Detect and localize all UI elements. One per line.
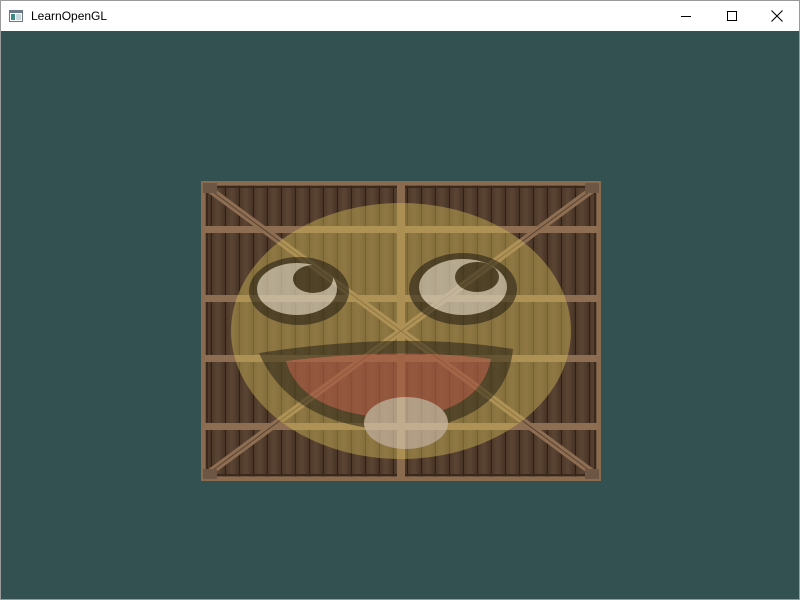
minimize-icon [681,11,691,21]
awesomeface-texture [231,203,571,459]
maximize-icon [727,11,737,21]
opengl-viewport[interactable] [1,31,799,599]
close-icon [771,10,783,22]
render-canvas [1,31,799,599]
minimize-button[interactable] [663,1,709,31]
close-button[interactable] [754,1,800,31]
maximize-button[interactable] [709,1,755,31]
window-app-icon [9,9,23,23]
app-window: LearnOpenGL [0,0,800,600]
textured-quad [201,181,601,481]
window-title: LearnOpenGL [31,9,108,23]
title-bar[interactable]: LearnOpenGL [1,1,799,31]
